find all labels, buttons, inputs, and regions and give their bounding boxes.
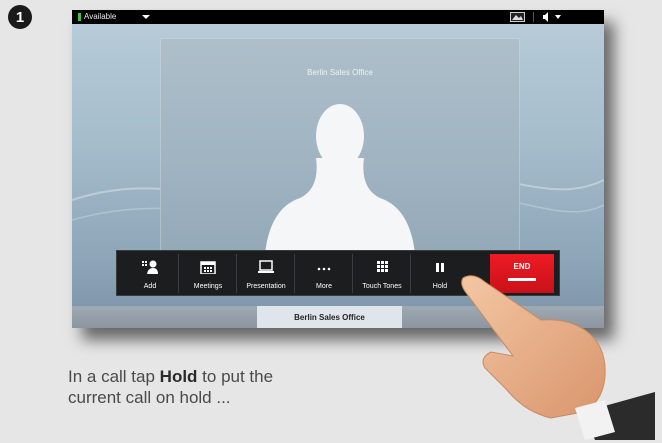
add-participant-icon [142,260,158,274]
presentation-button[interactable]: Presentation [237,254,295,293]
more-button[interactable]: More [295,254,353,293]
chevron-down-icon [555,15,561,19]
status-bar: Available [72,10,604,24]
pause-icon [436,263,444,272]
touch-tones-button[interactable]: Touch Tones [353,254,411,293]
person-silhouette-icon [265,104,415,254]
ellipsis-icon [317,267,331,271]
laptop-icon [258,260,274,273]
caption-text-before: In a call tap [68,367,160,386]
selfview-icon[interactable] [510,12,525,22]
chevron-down-icon[interactable] [142,15,150,19]
remote-video-tile: Berlin Sales Office [160,38,520,254]
end-call-label: END [513,262,531,271]
caption-bold-hold: Hold [159,367,198,386]
calendar-icon [200,261,216,274]
presentation-label: Presentation [246,283,286,290]
add-label: Add [143,283,157,290]
touch-tones-label: Touch Tones [362,283,402,290]
instruction-caption: In a call tap Hold to put the current ca… [68,366,318,408]
availability-status[interactable]: Available [84,12,116,21]
more-label: More [316,283,332,290]
step-number-badge: 1 [8,5,32,29]
meetings-label: Meetings [193,283,223,290]
statusbar-divider [533,12,534,22]
volume-control[interactable] [542,12,574,22]
volume-icon [543,12,561,22]
pointing-hand-illustration [461,275,655,440]
add-button[interactable]: Add [121,254,179,293]
availability-indicator [78,13,81,21]
active-call-tab[interactable]: Berlin Sales Office [257,306,402,328]
keypad-icon [377,261,388,272]
meetings-button[interactable]: Meetings [179,254,237,293]
